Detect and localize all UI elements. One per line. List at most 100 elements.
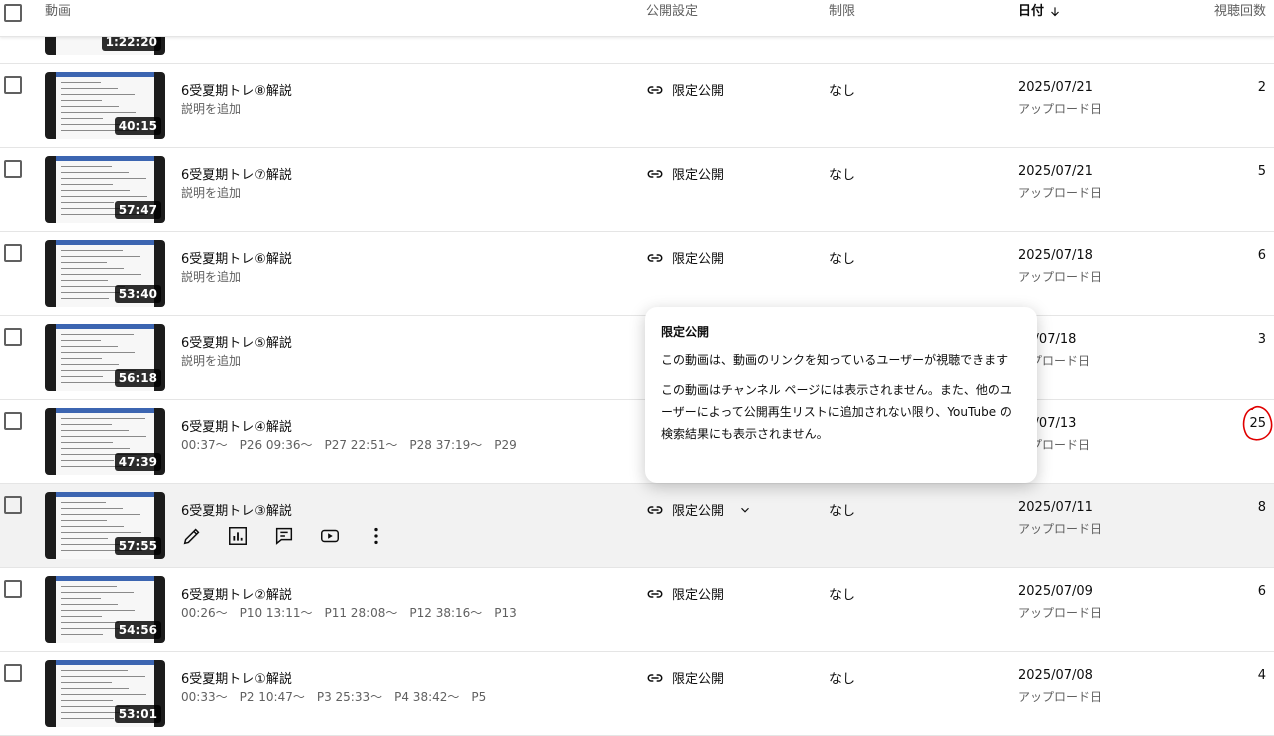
video-thumbnail[interactable]: 53:01	[45, 660, 165, 727]
video-description[interactable]: 説明を追加	[181, 268, 241, 285]
video-title[interactable]: 6受夏期トレ⑧解説	[181, 80, 292, 99]
thumbnail-text-line	[61, 508, 123, 509]
thumbnail-text-line	[61, 586, 117, 587]
video-title[interactable]: 6受夏期トレ②解説	[181, 584, 292, 603]
comments-icon[interactable]	[273, 524, 319, 548]
view-count: 8	[1257, 500, 1266, 515]
visibility-cell[interactable]: 限定公開	[646, 248, 724, 267]
visibility-label: 限定公開	[672, 588, 725, 603]
thumbnail-text-line	[61, 124, 120, 125]
video-thumbnail[interactable]: 53:40	[45, 240, 165, 307]
thumbnail-text-line	[61, 178, 146, 179]
video-title[interactable]: 6受夏期トレ⑤解説	[181, 332, 292, 351]
row-checkbox[interactable]	[4, 664, 22, 682]
red-circle-annotation	[1242, 405, 1273, 441]
tooltip-body-search: この動画はチャンネル ページには表示されません。また、他のユーザーによって公開再…	[661, 383, 1012, 441]
pencil-icon[interactable]	[181, 524, 227, 548]
video-title[interactable]: 6受夏期トレ⑥解説	[181, 248, 292, 267]
table-row[interactable]: 56:18 6受夏期トレ⑤解説 説明を追加 25/07/18 ップロード日 3	[0, 316, 1274, 400]
thumbnail-text-line	[61, 514, 140, 515]
video-title[interactable]: 6受夏期トレ①解説	[181, 668, 292, 687]
table-row[interactable]: 57:47 6受夏期トレ⑦解説 説明を追加 限定公開 なし 2025/07/21…	[0, 148, 1274, 232]
table-row[interactable]: 54:56 6受夏期トレ②解説 00:26〜 P10 13:11〜 P11 28…	[0, 568, 1274, 652]
more-vert-icon[interactable]	[365, 524, 411, 548]
chevron-down-icon[interactable]	[738, 503, 752, 517]
restriction-cell: なし	[829, 252, 856, 267]
video-description[interactable]: 説明を追加	[181, 352, 241, 369]
column-header-date[interactable]: 日付	[1018, 0, 1062, 24]
analytics-icon[interactable]	[227, 524, 273, 548]
thumbnail-text-line	[61, 352, 135, 353]
visibility-cell[interactable]: 限定公開	[646, 668, 724, 687]
date-header-label: 日付	[1018, 4, 1045, 19]
view-count: 6	[1257, 248, 1266, 263]
visibility-cell[interactable]: 限定公開	[646, 80, 724, 99]
row-checkbox[interactable]	[4, 244, 22, 262]
date-value: 2025/07/21	[1018, 80, 1093, 95]
video-thumbnail[interactable]: 57:55	[45, 492, 165, 559]
row-checkbox[interactable]	[4, 328, 22, 346]
video-thumbnail[interactable]: 57:47	[45, 156, 165, 223]
duration-badge: 53:01	[114, 705, 161, 723]
row-checkbox[interactable]	[4, 496, 22, 514]
visibility-label: 限定公開	[672, 252, 725, 267]
thumbnail-text-line	[61, 118, 103, 119]
restriction-cell: なし	[829, 168, 856, 183]
visibility-cell[interactable]: 限定公開	[646, 164, 724, 183]
date-sublabel: アップロード日	[1018, 102, 1103, 116]
date-sublabel: アップロード日	[1018, 522, 1103, 536]
date-value: 2025/07/11	[1018, 500, 1093, 515]
table-header: 動画 公開設定 制限 日付 視聴回数	[0, 0, 1274, 37]
youtube-icon[interactable]	[319, 524, 365, 548]
thumbnail-text-line	[61, 604, 118, 605]
video-title[interactable]: 6受夏期トレ⑦解説	[181, 164, 292, 183]
duration-badge: 40:15	[114, 117, 161, 135]
video-title[interactable]: 6受夏期トレ④解説	[181, 416, 292, 435]
date-value: 2025/07/18	[1018, 248, 1093, 263]
video-thumbnail[interactable]: 40:15	[45, 72, 165, 139]
video-title[interactable]: 6受夏期トレ③解説	[181, 500, 292, 519]
visibility-cell[interactable]: 限定公開	[646, 500, 760, 519]
duration-badge: 53:40	[114, 285, 161, 303]
thumbnail-text-line	[61, 340, 101, 341]
link-icon	[647, 505, 663, 514]
select-all-checkbox[interactable]	[4, 4, 22, 22]
row-checkbox[interactable]	[4, 412, 22, 430]
tooltip-title: 限定公開	[661, 325, 710, 339]
thumbnail-text-line	[61, 364, 119, 365]
thumbnail-text-line	[61, 94, 135, 95]
table-row[interactable]: 53:01 6受夏期トレ①解説 00:33〜 P2 10:47〜 P3 25:3…	[0, 652, 1274, 736]
row-checkbox[interactable]	[4, 76, 22, 94]
thumbnail-text-line	[61, 682, 112, 683]
thumbnail-text-line	[61, 184, 113, 185]
video-description[interactable]: 説明を追加	[181, 184, 241, 201]
thumbnail-text-line	[61, 382, 120, 383]
thumbnail-text-line	[61, 688, 129, 689]
date-value: 2025/07/08	[1018, 668, 1093, 683]
thumbnail-text-line	[61, 82, 101, 83]
column-header-restrictions: 制限	[829, 4, 856, 19]
duration-badge: 57:47	[114, 201, 161, 219]
table-row[interactable]: 47:39 6受夏期トレ④解説 00:37〜 P26 09:36〜 P27 22…	[0, 400, 1274, 484]
table-row[interactable]: 40:15 6受夏期トレ⑧解説 説明を追加 限定公開 なし 2025/07/21…	[0, 64, 1274, 148]
visibility-label: 限定公開	[672, 168, 725, 183]
table-row[interactable]: 57:55 6受夏期トレ③解説 限定公開 なし 2025/07/11 アップロー…	[0, 484, 1274, 568]
table-row[interactable]: 53:40 6受夏期トレ⑥解説 説明を追加 限定公開 なし 2025/07/18…	[0, 232, 1274, 316]
thumbnail-text-line	[61, 268, 124, 269]
thumbnail-text-line	[61, 88, 118, 89]
thumbnail-text-line	[61, 190, 130, 191]
thumbnail-text-line	[61, 262, 107, 263]
thumbnail-text-line	[61, 520, 107, 521]
link-icon	[647, 673, 663, 682]
video-description[interactable]: 説明を追加	[181, 100, 241, 117]
restriction-cell: なし	[829, 588, 856, 603]
video-thumbnail[interactable]: 47:39	[45, 408, 165, 475]
view-count: 2	[1257, 80, 1266, 95]
thumbnail-toolbar	[56, 72, 154, 77]
row-checkbox[interactable]	[4, 160, 22, 178]
visibility-cell[interactable]: 限定公開	[646, 584, 724, 603]
thumbnail-text-line	[61, 196, 147, 197]
row-checkbox[interactable]	[4, 580, 22, 598]
video-thumbnail[interactable]: 56:18	[45, 324, 165, 391]
video-thumbnail[interactable]: 54:56	[45, 576, 165, 643]
